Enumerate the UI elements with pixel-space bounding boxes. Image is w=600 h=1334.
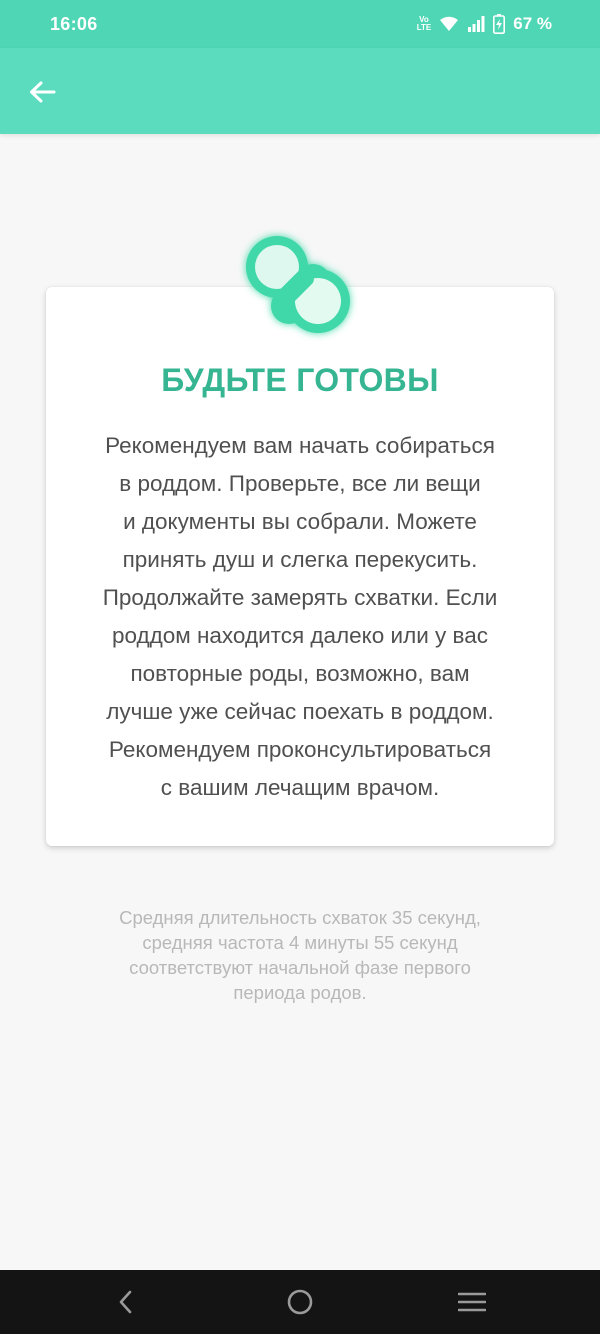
- card-text-line: принять душ и слегка перекусить.: [122, 547, 478, 572]
- battery-percent: 67 %: [513, 14, 552, 33]
- footnote-line: средняя частота 4 минуты 55 секунд: [142, 932, 458, 953]
- back-button[interactable]: [18, 70, 66, 114]
- app-bar: [0, 48, 600, 134]
- footnote-line: Средняя длительность схваток 35 секунд,: [119, 907, 481, 928]
- wifi-icon: [440, 16, 459, 31]
- card-text-line: Рекомендуем проконсультироваться: [108, 737, 492, 762]
- nav-back-button[interactable]: [106, 1282, 146, 1322]
- card-text-line: в роддом. Проверьте, все ли вещи: [119, 471, 481, 496]
- card-text-line: Продолжайте замерять схватки. Если: [102, 585, 498, 610]
- card-text-line: повторные роды, возможно, вам: [130, 661, 470, 686]
- nav-back-icon: [119, 1290, 132, 1314]
- footnote-line: периода родов.: [233, 982, 367, 1003]
- footnote-line: соответствуют начальной фазе первого: [129, 957, 471, 978]
- system-nav-bar: [0, 1270, 600, 1334]
- signal-icon: [468, 16, 485, 32]
- card-text-line: лучше уже сейчас поехать в роддом.: [106, 699, 494, 724]
- nav-recents-icon: [458, 1292, 486, 1312]
- nav-home-button[interactable]: [280, 1282, 320, 1322]
- card-text-line: с вашим лечащим врачом.: [160, 775, 440, 800]
- arrow-left-icon: [30, 81, 56, 103]
- status-bar: 16:06 Vo LTE 67 %: [0, 0, 600, 48]
- nav-home-icon: [287, 1289, 313, 1315]
- pacifier-icon: [246, 236, 350, 333]
- battery-charging-icon: [493, 14, 506, 34]
- nav-recents-button[interactable]: [452, 1282, 492, 1322]
- card-text: Рекомендуем вам начать собираться в родд…: [70, 427, 530, 807]
- status-icons: Vo LTE 67 %: [417, 14, 552, 34]
- card-text-line: Рекомендуем вам начать собираться: [105, 433, 495, 458]
- contraction-stats-note: Средняя длительность схваток 35 секунд, …: [80, 905, 520, 1005]
- card-title: БУДЬТЕ ГОТОВЫ: [161, 362, 439, 398]
- status-time: 16:06: [50, 13, 98, 34]
- card-text-line: и документы вы собрали. Можете: [123, 509, 477, 534]
- volte-icon: Vo LTE: [416, 15, 432, 32]
- card-text-line: роддом находится далеко или у вас: [111, 623, 489, 648]
